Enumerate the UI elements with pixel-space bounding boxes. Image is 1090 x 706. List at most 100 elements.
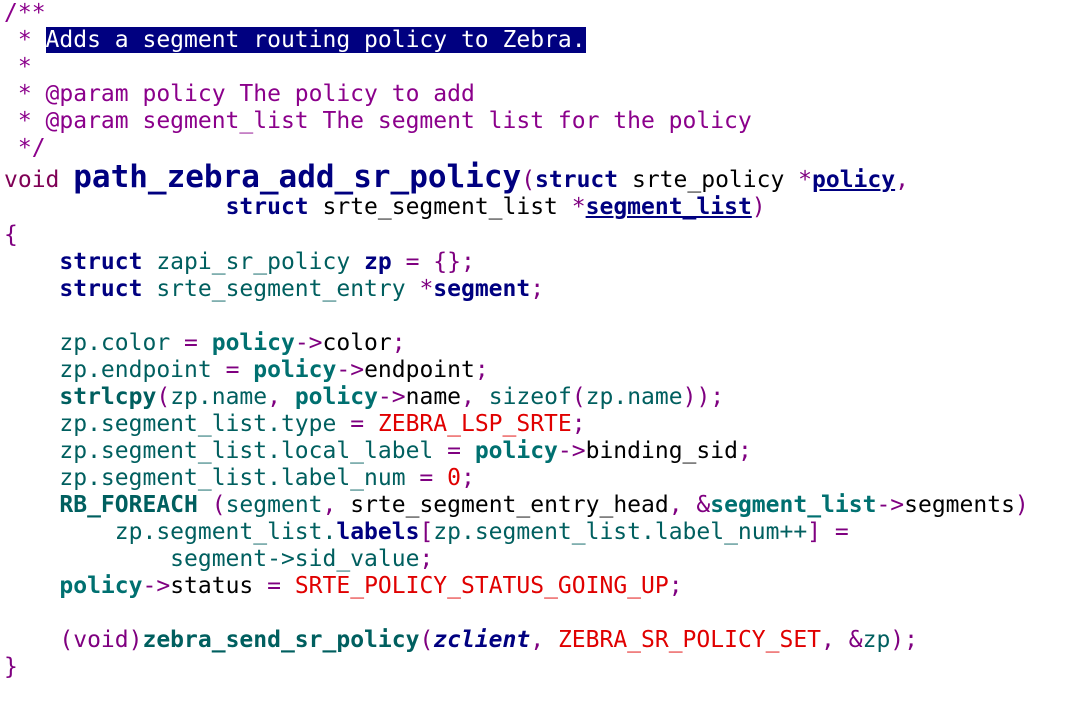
code-token: ( — [521, 167, 536, 193]
code-token: ( — [419, 627, 434, 653]
code-token: zp.color — [59, 330, 171, 356]
code-token: * — [4, 54, 32, 80]
code-token: -> — [557, 438, 586, 464]
code-token: ( — [197, 492, 226, 518]
code-token: color — [322, 330, 392, 356]
code-editor[interactable]: /** * Adds a segment routing policy to Z… — [4, 0, 1084, 681]
code-token: * — [571, 194, 586, 220]
code-token: segment->sid_value — [170, 546, 420, 572]
code-token: zclient — [433, 627, 531, 653]
code-line[interactable]: struct zapi_sr_policy zp = {}; — [4, 249, 1084, 276]
code-token: { — [4, 222, 18, 248]
code-line[interactable]: strlcpy(zp.name, policy->name, sizeof(zp… — [4, 384, 1084, 411]
code-line[interactable]: * Adds a segment routing policy to Zebra… — [4, 27, 1084, 54]
code-line[interactable]: policy->status = SRTE_POLICY_STATUS_GOIN… — [4, 573, 1084, 600]
code-line[interactable]: (void)zebra_send_sr_policy(zclient, ZEBR… — [4, 627, 1084, 654]
code-token: policy — [294, 384, 378, 410]
code-token: policy — [474, 438, 558, 464]
code-token: srte_policy — [618, 167, 799, 193]
code-line[interactable]: struct srte_segment_list *segment_list) — [4, 193, 1084, 222]
code-token: , & — [821, 627, 863, 653]
code-line[interactable]: /** — [4, 0, 1084, 27]
code-token: = — [170, 330, 212, 356]
code-token: -> — [294, 330, 323, 356]
code-token: segment_list — [710, 492, 877, 518]
code-token: zp — [862, 627, 891, 653]
code-token: ] = — [807, 519, 849, 545]
code-line[interactable]: zp.color = policy->color; — [4, 330, 1084, 357]
code-token: = — [253, 573, 295, 599]
code-line[interactable]: RB_FOREACH (segment, srte_segment_entry_… — [4, 492, 1084, 519]
code-token: struct — [535, 167, 619, 193]
code-token: * @param policy The policy to add — [4, 81, 475, 107]
code-token: ); — [890, 627, 918, 653]
code-token: ; — [419, 546, 434, 572]
code-token: = {}; — [391, 249, 475, 275]
code-token: = — [336, 411, 378, 437]
code-token: ZEBRA_SR_POLICY_SET — [557, 627, 822, 653]
code-token: ; — [571, 411, 586, 437]
code-token: , — [267, 384, 295, 410]
code-line[interactable]: * @param policy The policy to add — [4, 81, 1084, 108]
code-line[interactable]: zp.segment_list.label_num = 0; — [4, 465, 1084, 492]
code-line[interactable]: * — [4, 54, 1084, 81]
code-token: /** — [4, 0, 46, 26]
code-token: -> — [142, 573, 171, 599]
code-token: ; — [474, 357, 489, 383]
code-token: struct — [59, 249, 143, 275]
code-token: zp.segment_list.label_num++ — [433, 519, 808, 545]
code-token: zp.segment_list.local_label — [59, 438, 434, 464]
code-token: , — [322, 492, 351, 518]
code-line[interactable]: zp.segment_list.type = ZEBRA_LSP_SRTE; — [4, 411, 1084, 438]
code-token: ; — [460, 465, 475, 491]
code-line[interactable]: zp.segment_list.local_label = policy->bi… — [4, 438, 1084, 465]
code-token: } — [4, 654, 18, 680]
code-line[interactable]: struct srte_segment_entry *segment; — [4, 276, 1084, 303]
code-line[interactable]: segment->sid_value; — [4, 546, 1084, 573]
code-token: segment — [433, 276, 531, 302]
code-token: 0 — [447, 465, 461, 491]
code-token: )); — [682, 384, 725, 410]
code-token: zp.segment_list. — [114, 519, 337, 545]
code-token: srte_segment_entry — [142, 276, 420, 302]
code-token: srte_segment_entry_head — [350, 492, 669, 518]
code-token: * @param segment_list The segment list f… — [4, 108, 752, 134]
code-line[interactable]: */ — [4, 135, 1084, 162]
code-token: zp.name — [170, 384, 268, 410]
code-token: -> — [336, 357, 365, 383]
code-line[interactable] — [4, 600, 1084, 627]
code-token: zp.name — [585, 384, 683, 410]
code-token: zp — [364, 249, 392, 275]
code-token: , — [530, 627, 558, 653]
code-token: zp.endpoint — [59, 357, 212, 383]
code-line[interactable]: zp.endpoint = policy->endpoint; — [4, 357, 1084, 384]
code-line[interactable]: { — [4, 222, 1084, 249]
code-token: binding_sid — [585, 438, 738, 464]
code-token: , & — [668, 492, 711, 518]
code-line[interactable]: * @param segment_list The segment list f… — [4, 108, 1084, 135]
code-line[interactable]: } — [4, 654, 1084, 681]
code-token: ; — [737, 438, 752, 464]
code-line[interactable]: zp.segment_list.labels[zp.segment_list.l… — [4, 519, 1084, 546]
code-token: srte_segment_list — [308, 194, 572, 220]
code-token: * — [798, 167, 813, 193]
code-token: policy — [59, 573, 143, 599]
code-line[interactable]: void path_zebra_add_sr_policy(struct srt… — [4, 162, 1084, 194]
code-token: [ — [419, 519, 434, 545]
code-token: segment — [225, 492, 323, 518]
code-token: zapi_sr_policy — [142, 249, 365, 275]
code-token: ; — [530, 276, 545, 302]
code-line[interactable] — [4, 303, 1084, 330]
code-token: */ — [4, 135, 46, 161]
code-token: sizeof — [488, 384, 572, 410]
code-token: policy — [812, 167, 896, 193]
